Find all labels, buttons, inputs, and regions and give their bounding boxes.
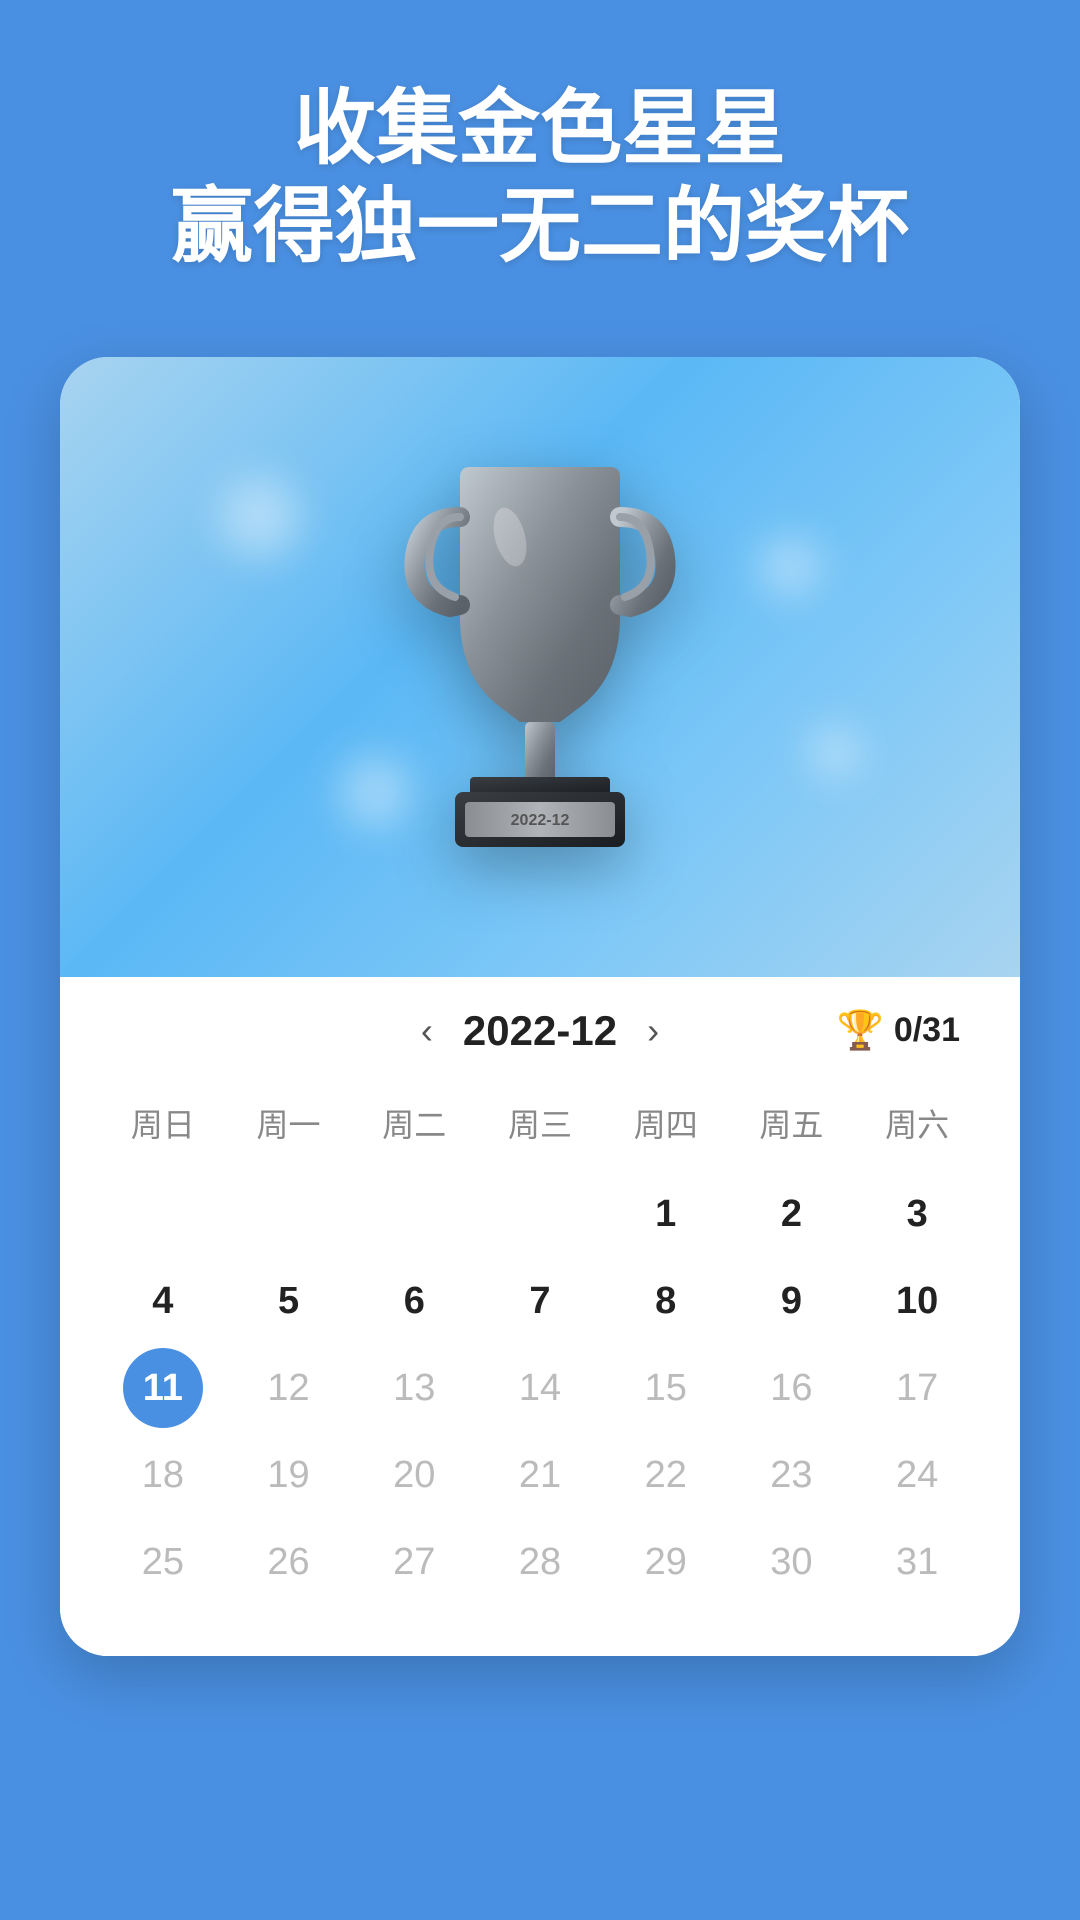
calendar-day-cell[interactable]: 29 (603, 1519, 729, 1606)
calendar-day-cell[interactable]: 21 (477, 1432, 603, 1519)
calendar-day-cell[interactable]: 16 (729, 1345, 855, 1432)
calendar-day-cell[interactable]: 9 (729, 1258, 855, 1345)
calendar-day-cell (226, 1171, 352, 1258)
calendar-day-cell (477, 1171, 603, 1258)
trophy-count: 0/31 (894, 1011, 960, 1050)
weekday-headers: 周日周一周二周三周四周五周六 (100, 1085, 980, 1161)
calendar-grid: 1234567891011121314151617181920212223242… (100, 1171, 980, 1606)
calendar-day-cell[interactable]: 11 (100, 1345, 226, 1432)
calendar-day-cell[interactable]: 1 (603, 1171, 729, 1258)
weekday-label: 周六 (854, 1085, 980, 1161)
weekday-label: 周四 (603, 1085, 729, 1161)
weekday-label: 周三 (477, 1085, 603, 1161)
calendar-day-cell[interactable]: 25 (100, 1519, 226, 1606)
calendar-day-cell[interactable]: 5 (226, 1258, 352, 1345)
weekday-label: 周一 (226, 1085, 352, 1161)
calendar-day-cell[interactable]: 6 (351, 1258, 477, 1345)
calendar-day-cell[interactable]: 14 (477, 1345, 603, 1432)
calendar-day-cell[interactable]: 20 (351, 1432, 477, 1519)
trophy-section: 2022-12 (60, 357, 1020, 977)
calendar-day-cell[interactable]: 17 (854, 1345, 980, 1432)
calendar-day-cell[interactable]: 12 (226, 1345, 352, 1432)
glow-decoration (220, 477, 300, 557)
calendar-day-cell[interactable]: 4 (100, 1258, 226, 1345)
calendar-day-cell[interactable]: 18 (100, 1432, 226, 1519)
calendar-day-cell[interactable]: 22 (603, 1432, 729, 1519)
trophy-small-icon: 🏆 (836, 1009, 883, 1053)
calendar-day-cell[interactable]: 31 (854, 1519, 980, 1606)
calendar-day-cell[interactable]: 2 (729, 1171, 855, 1258)
glow-decoration (760, 537, 820, 597)
trophy-icon: 2022-12 (380, 457, 700, 877)
prev-month-button[interactable]: ‹ (421, 1010, 433, 1052)
weekday-label: 周日 (100, 1085, 226, 1161)
calendar-nav: ‹ 2022-12 › 🏆 0/31 (100, 1007, 980, 1055)
calendar-day-cell[interactable]: 27 (351, 1519, 477, 1606)
svg-text:2022-12: 2022-12 (511, 812, 570, 829)
calendar-day-cell (351, 1171, 477, 1258)
calendar-day-cell[interactable]: 8 (603, 1258, 729, 1345)
calendar-day-cell[interactable]: 10 (854, 1258, 980, 1345)
calendar-section: ‹ 2022-12 › 🏆 0/31 周日周一周二周三周四周五周六 123456… (60, 977, 1020, 1656)
calendar-day-cell[interactable]: 13 (351, 1345, 477, 1432)
calendar-day-cell[interactable]: 15 (603, 1345, 729, 1432)
calendar-day-cell[interactable]: 3 (854, 1171, 980, 1258)
calendar-day-cell[interactable]: 7 (477, 1258, 603, 1345)
month-title: 2022-12 (463, 1007, 617, 1055)
header-line1: 收集金色星星 (171, 80, 909, 178)
calendar-day-cell[interactable]: 28 (477, 1519, 603, 1606)
calendar-day-cell[interactable]: 23 (729, 1432, 855, 1519)
header-text: 收集金色星星 赢得独一无二的奖杯 (131, 80, 949, 277)
weekday-label: 周五 (729, 1085, 855, 1161)
weekday-label: 周二 (351, 1085, 477, 1161)
main-card: 2022-12 ‹ 2022-12 › 🏆 0/31 周日周一周二周三周四周五周… (60, 357, 1020, 1656)
trophy-count-badge: 🏆 0/31 (836, 1009, 960, 1053)
calendar-day-cell[interactable]: 26 (226, 1519, 352, 1606)
header-line2: 赢得独一无二的奖杯 (171, 178, 909, 276)
next-month-button[interactable]: › (647, 1010, 659, 1052)
calendar-day-cell[interactable]: 24 (854, 1432, 980, 1519)
calendar-day-cell (100, 1171, 226, 1258)
calendar-day-cell[interactable]: 19 (226, 1432, 352, 1519)
glow-decoration (810, 727, 860, 777)
calendar-day-cell[interactable]: 30 (729, 1519, 855, 1606)
